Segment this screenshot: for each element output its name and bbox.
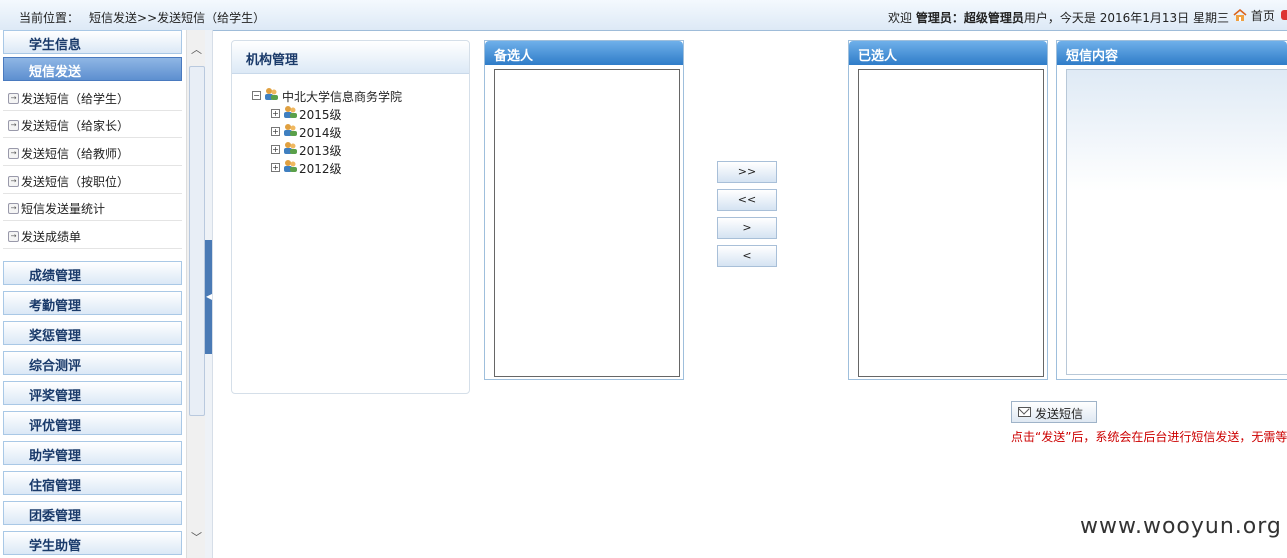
user-role: 管理员： [915, 11, 964, 25]
envelope-icon [1018, 407, 1031, 417]
remove-selected-button[interactable]: < [717, 245, 777, 267]
sidebar-scrollbar[interactable]: ︿ ﹀ [186, 30, 206, 558]
sidebar-item-label: 发送短信（按职位） [21, 175, 130, 189]
add-all-button[interactable]: >> [717, 161, 777, 183]
breadcrumb-path: 短信发送>>发送短信（给学生） [89, 11, 266, 25]
sidebar-splitter[interactable]: ◀ [205, 30, 213, 558]
sidebar-item-sms-position[interactable]: → 发送短信（按职位） [3, 167, 182, 194]
sidebar-item-label: 发送短信（给教师） [21, 147, 130, 161]
sidebar-module-league[interactable]: 团委管理 [3, 501, 182, 525]
org-panel-title: 机构管理 [232, 41, 469, 74]
sidebar-item-label: 发送短信（给学生） [21, 92, 130, 106]
candidates-listbox[interactable] [494, 69, 680, 377]
home-icon [1233, 8, 1247, 21]
sidebar-item-label: 发送短信（给家长） [21, 119, 130, 133]
add-selected-button[interactable]: > [717, 217, 777, 239]
tree-node-label: 2015级 [299, 108, 342, 122]
group-icon [282, 105, 298, 119]
send-note: 点击“发送”后，系统会在后台进行短信发送，无需等待 [1011, 430, 1287, 444]
welcome-prefix: 欢迎 [888, 11, 913, 25]
arrow-icon: → [8, 203, 19, 214]
sms-panel: 短信内容 [1056, 40, 1287, 380]
sidebar-module-excellence[interactable]: 评优管理 [3, 411, 182, 435]
arrow-icon: → [8, 120, 19, 131]
expand-icon[interactable]: + [271, 109, 280, 118]
selected-title: 已选人 [849, 41, 1047, 65]
chevron-left-icon: ◀ [206, 292, 213, 301]
expand-icon[interactable]: + [271, 163, 280, 172]
group-icon [282, 123, 298, 137]
arrow-icon: → [8, 148, 19, 159]
candidates-title: 备选人 [485, 41, 683, 65]
arrow-icon: → [8, 176, 19, 187]
scroll-up-icon[interactable]: ︿ [189, 42, 204, 58]
remove-all-button[interactable]: << [717, 189, 777, 211]
send-sms-button[interactable]: 发送短信 [1011, 401, 1097, 423]
sms-textarea[interactable] [1066, 69, 1287, 375]
breadcrumb-label: 当前位置： [19, 11, 80, 25]
tree-node-label: 2014级 [299, 126, 342, 140]
sidebar-module-attendance[interactable]: 考勤管理 [3, 291, 182, 315]
tree-node-label: 2013级 [299, 144, 342, 158]
sidebar-item-sms-stats[interactable]: → 短信发送量统计 [3, 194, 182, 221]
org-panel: 机构管理 − 中北大学信息商务学院 + 2015级 + 2014级 + 2013… [231, 40, 470, 394]
candidates-panel: 备选人 [484, 40, 684, 380]
group-icon [263, 87, 279, 101]
sidebar-module-evaluation[interactable]: 综合测评 [3, 351, 182, 375]
expand-icon[interactable]: + [271, 145, 280, 154]
sidebar-item-sms-parents[interactable]: → 发送短信（给家长） [3, 111, 182, 138]
sidebar-item-label: 发送成绩单 [21, 230, 82, 244]
sidebar-module-housing[interactable]: 住宿管理 [3, 471, 182, 495]
watermark: www.wooyun.org [1080, 514, 1282, 539]
scroll-down-icon[interactable]: ﹀ [189, 530, 204, 546]
collapse-icon[interactable]: − [252, 91, 261, 100]
sidebar: 学生信息 短信发送 → 发送短信（给学生） → 发送短信（给家长） → 发送短信（给教… [0, 30, 186, 558]
selected-listbox[interactable] [858, 69, 1044, 377]
sms-title: 短信内容 [1057, 41, 1287, 65]
group-icon [282, 159, 298, 173]
sidebar-section-student-info[interactable]: 学生信息 [3, 30, 182, 54]
selected-panel: 已选人 [848, 40, 1048, 380]
top-bar: 当前位置： 短信发送>>发送短信（给学生） 欢迎 管理员：超级管理员用户，今天是 … [0, 0, 1287, 31]
sidebar-module-assistants[interactable]: 学生助管 [3, 531, 182, 555]
scroll-thumb[interactable] [189, 66, 205, 416]
logout-icon[interactable] [1281, 10, 1287, 20]
sidebar-item-sms-students[interactable]: → 发送短信（给学生） [3, 84, 182, 111]
sidebar-module-financial-aid[interactable]: 助学管理 [3, 441, 182, 465]
expand-icon[interactable]: + [271, 127, 280, 136]
sidebar-module-grades[interactable]: 成绩管理 [3, 261, 182, 285]
sidebar-item-sms-teachers[interactable]: → 发送短信（给教师） [3, 139, 182, 166]
group-icon [282, 141, 298, 155]
home-label: 首页 [1250, 9, 1275, 23]
arrow-icon: → [8, 231, 19, 242]
sidebar-item-label: 短信发送量统计 [21, 202, 106, 216]
arrow-icon: → [8, 93, 19, 104]
send-sms-label: 发送短信 [1035, 407, 1084, 421]
breadcrumb: 当前位置： 短信发送>>发送短信（给学生） [19, 9, 265, 26]
tree-node-label: 2012级 [299, 162, 342, 176]
home-link[interactable]: 首页 [1233, 7, 1275, 24]
tree-root-label: 中北大学信息商务学院 [282, 90, 403, 104]
sidebar-module-rewards[interactable]: 奖惩管理 [3, 321, 182, 345]
collapse-sidebar-handle[interactable]: ◀ [205, 240, 212, 354]
sidebar-section-sms[interactable]: 短信发送 [3, 57, 182, 81]
welcome-date: 用户，今天是 2016年1月13日 星期三 [1023, 11, 1229, 25]
sidebar-item-send-grades[interactable]: → 发送成绩单 [3, 222, 182, 249]
welcome-text: 欢迎 管理员：超级管理员用户，今天是 2016年1月13日 星期三 [888, 9, 1229, 26]
user-name: 超级管理员 [963, 11, 1024, 25]
sidebar-module-awards[interactable]: 评奖管理 [3, 381, 182, 405]
